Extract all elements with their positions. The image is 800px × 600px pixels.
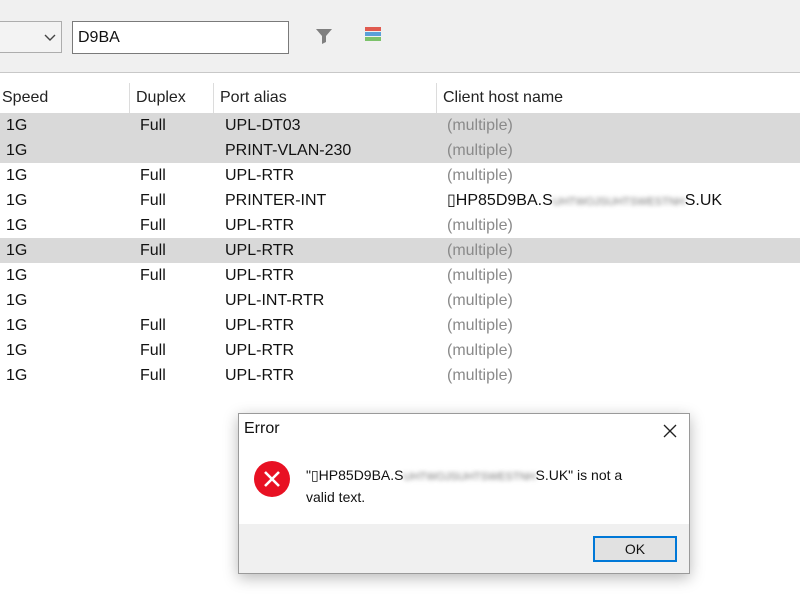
color-columns-icon[interactable] (361, 24, 385, 48)
cell-duplex: Full (140, 317, 166, 334)
cell-duplex (140, 288, 210, 313)
dialog-footer: OK (239, 524, 689, 573)
table-row[interactable]: 1G Full UPL-RTR (multiple) (0, 163, 800, 188)
cell-duplex: Full (140, 192, 166, 209)
cell-speed: 1G (6, 292, 28, 309)
cell-port-alias: UPL-RTR (225, 217, 295, 234)
cell-port-alias: PRINTER-INT (225, 192, 327, 209)
cell-speed: 1G (6, 367, 28, 384)
cell-speed: 1G (6, 242, 28, 259)
cell-client-host-name: (multiple) (447, 317, 513, 334)
cell-client-host-name: (multiple) (447, 167, 513, 184)
message-suffix: S.UK" is not a (535, 467, 623, 483)
message-redacted: UHTWOJSUHTSWESTNH (403, 471, 536, 483)
cell-duplex: Full (140, 242, 166, 259)
cell-speed: 1G (6, 317, 28, 334)
cell-speed: 1G (6, 342, 28, 359)
cell-client-host-name: (multiple) (447, 367, 513, 384)
error-dialog: Error "▯HP85D9BA.SUHTWOJSUHTSWESTNHS.UK"… (238, 413, 690, 574)
table-row[interactable]: 1G Full UPL-RTR (multiple) (0, 338, 800, 363)
cell-duplex: Full (140, 267, 166, 284)
cell-port-alias: UPL-DT03 (225, 117, 301, 134)
cell-client-host-name: (multiple) (447, 267, 513, 284)
cell-speed: 1G (6, 142, 28, 159)
cell-duplex: Full (140, 367, 166, 384)
cell-client-host-name: (multiple) (447, 217, 513, 234)
filter-input[interactable] (72, 21, 289, 54)
view-combo[interactable] (0, 21, 62, 53)
cell-port-alias: UPL-RTR (225, 267, 295, 284)
table-row[interactable]: 1G UPL-INT-RTR (multiple) (0, 288, 800, 313)
cell-port-alias: UPL-RTR (225, 342, 295, 359)
column-header-duplex[interactable]: Duplex (130, 83, 214, 113)
cell-client-host-name: (multiple) (447, 292, 513, 309)
cell-client-host-name: (multiple) (447, 342, 513, 359)
cell-port-alias: PRINT-VLAN-230 (225, 142, 352, 159)
cell-duplex: Full (140, 117, 166, 134)
table-body: 1G Full UPL-DT03 (multiple) 1G PRINT-VLAN-230… (0, 113, 800, 388)
cell-port-alias: UPL-RTR (225, 317, 295, 334)
cell-speed: 1G (6, 217, 28, 234)
cell-speed: 1G (6, 192, 28, 209)
error-icon (254, 461, 290, 497)
cell-port-alias: UPL-RTR (225, 242, 295, 259)
table-row[interactable]: 1G Full UPL-RTR (multiple) (0, 313, 800, 338)
ok-button[interactable]: OK (593, 536, 677, 562)
dialog-title: Error (244, 420, 280, 437)
column-header-port-alias[interactable]: Port alias (214, 83, 437, 113)
chevron-down-icon (44, 34, 56, 41)
funnel-icon[interactable] (312, 24, 336, 48)
table-row[interactable]: 1G Full UPL-RTR (multiple) (0, 213, 800, 238)
message-line2: valid text. (306, 489, 366, 505)
host-suffix: S.UK (684, 192, 723, 209)
cell-port-alias: UPL-RTR (225, 167, 295, 184)
close-icon[interactable] (659, 420, 681, 442)
cell-client-host-name: ▯HP85D9BA.SUHTWOJSUHTSWESTNHS.UK (447, 188, 800, 213)
cell-client-host-name: (multiple) (447, 117, 513, 134)
column-header-speed[interactable]: Speed (0, 83, 130, 113)
toolbar (0, 0, 800, 73)
cell-duplex (140, 138, 210, 163)
cell-port-alias: UPL-RTR (225, 367, 295, 384)
host-prefix: ▯HP85D9BA.S (447, 192, 553, 209)
cell-duplex: Full (140, 217, 166, 234)
table-header: Speed Duplex Port alias Client host name (0, 83, 800, 113)
cell-duplex: Full (140, 167, 166, 184)
cell-speed: 1G (6, 167, 28, 184)
cell-port-alias: UPL-INT-RTR (225, 292, 325, 309)
dialog-body: "▯HP85D9BA.SUHTWOJSUHTSWESTNHS.UK" is no… (239, 444, 689, 524)
dialog-message: "▯HP85D9BA.SUHTWOJSUHTSWESTNHS.UK" is no… (306, 465, 676, 507)
message-prefix: "▯HP85D9BA.S (306, 467, 404, 483)
cell-client-host-name: (multiple) (447, 142, 513, 159)
table-row[interactable]: 1G Full UPL-RTR (multiple) (0, 363, 800, 388)
cell-speed: 1G (6, 117, 28, 134)
cell-duplex: Full (140, 342, 166, 359)
column-header-client-host-name[interactable]: Client host name (437, 83, 800, 113)
cell-speed: 1G (6, 267, 28, 284)
table-row[interactable]: 1G PRINT-VLAN-230 (multiple) (0, 138, 800, 163)
cell-client-host-name: (multiple) (447, 242, 513, 259)
table-row[interactable]: 1G Full PRINTER-INT ▯HP85D9BA.SUHTWOJSUHTSW… (0, 188, 800, 213)
host-redacted: UHTWOJSUHTSWESTNH (552, 196, 685, 208)
table-row[interactable]: 1G Full UPL-DT03 (multiple) (0, 113, 800, 138)
table-row[interactable]: 1G Full UPL-RTR (multiple) (0, 238, 800, 263)
table-row[interactable]: 1G Full UPL-RTR (multiple) (0, 263, 800, 288)
